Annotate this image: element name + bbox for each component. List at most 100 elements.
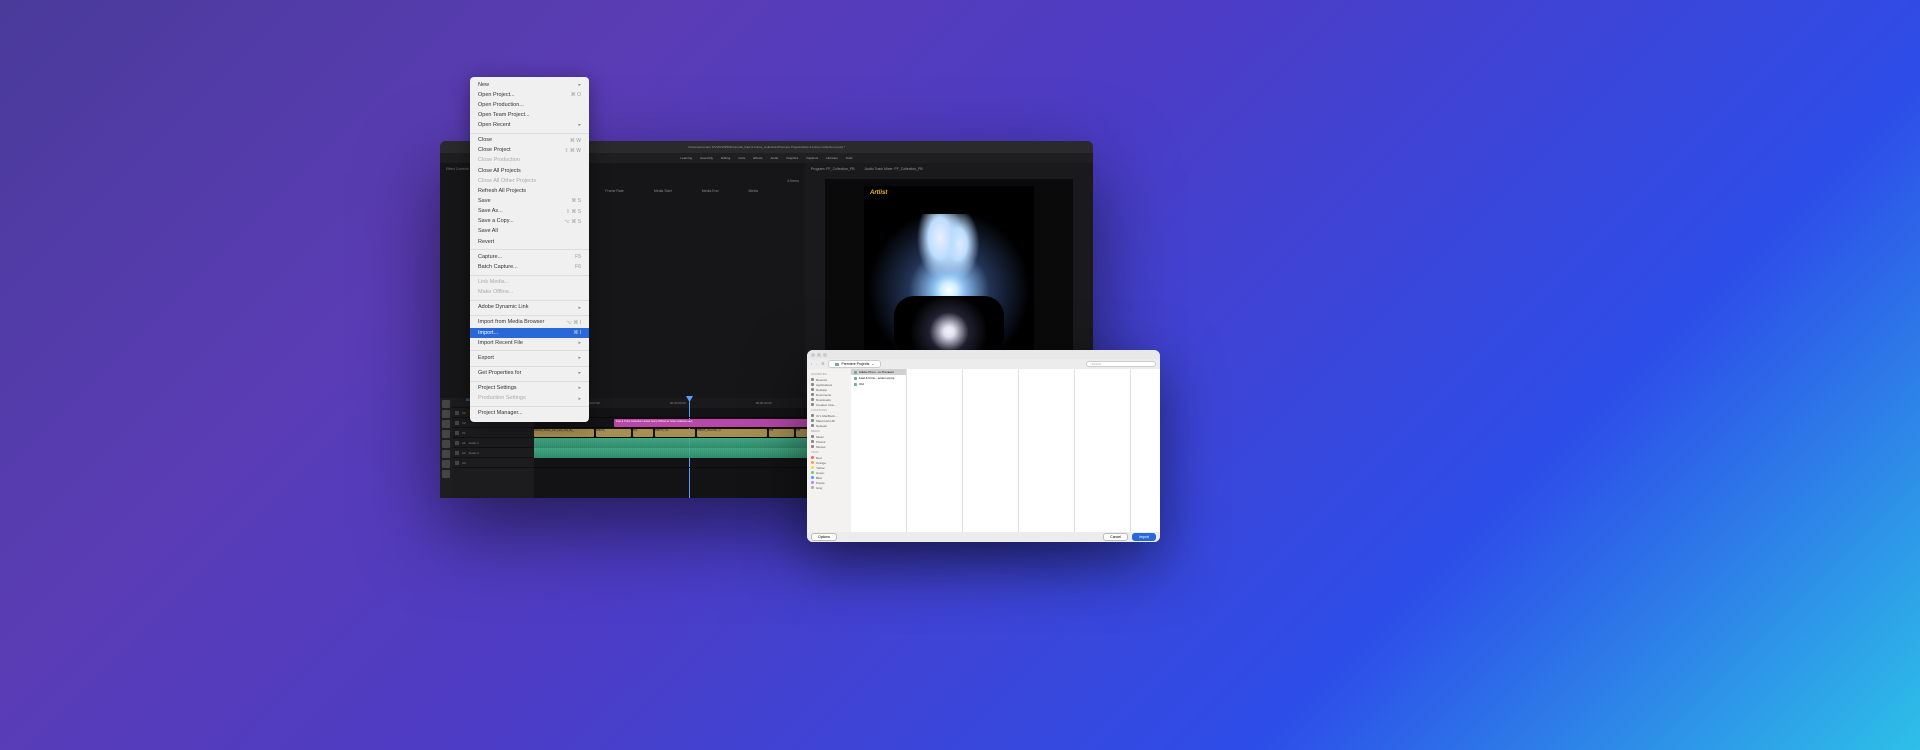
- track-a2[interactable]: A2: [462, 451, 466, 455]
- workspace-color[interactable]: Color: [738, 156, 745, 160]
- tab-program[interactable]: Program: FF_Collection_PB: [811, 167, 855, 171]
- workspace-graphics[interactable]: Graphics: [786, 156, 798, 160]
- max-dot-icon[interactable]: [823, 353, 827, 357]
- menu-item-project-manager-[interactable]: Project Manager...: [470, 409, 589, 419]
- workspace-libraries[interactable]: Libraries: [826, 156, 838, 160]
- menu-item-export[interactable]: Export▸: [470, 353, 589, 363]
- track-a1[interactable]: A1: [462, 441, 466, 445]
- min-dot-icon[interactable]: [817, 353, 821, 357]
- menu-item-refresh-all-projects[interactable]: Refresh All Projects: [470, 186, 589, 196]
- menu-item-project-settings[interactable]: Project Settings▸: [470, 384, 589, 394]
- menu-item-open-production-[interactable]: Open Production...: [470, 100, 589, 110]
- sidebar-label: Red: [816, 456, 822, 460]
- col-media[interactable]: Media: [748, 189, 758, 193]
- type-tool-icon[interactable]: [442, 470, 450, 478]
- path-dropdown[interactable]: Premiere Projects ⌄: [828, 360, 881, 368]
- menu-item-revert[interactable]: Revert: [470, 237, 589, 247]
- menu-item-open-project-[interactable]: Open Project...⌘ O: [470, 90, 589, 100]
- razor-tool-icon[interactable]: [442, 430, 450, 438]
- menu-item-import-[interactable]: Import...⌘ I: [470, 328, 589, 338]
- menu-item-label: Save: [478, 198, 491, 205]
- lock-icon[interactable]: [455, 411, 459, 415]
- audio-clip-a2[interactable]: [534, 448, 824, 458]
- menu-shortcut: ⇧ ⌘ S: [566, 209, 581, 216]
- menu-item-get-properties-for[interactable]: Get Properties for▸: [470, 369, 589, 379]
- slip-tool-icon[interactable]: [442, 440, 450, 448]
- menu-item-import-recent-file[interactable]: Import Recent File▸: [470, 338, 589, 348]
- menu-item-adobe-dynamic-link[interactable]: Adobe Dynamic Link▸: [470, 303, 589, 313]
- clip-v1-4[interactable]: 039075_Tra: [655, 429, 695, 437]
- menu-item-label: Adobe Dynamic Link: [478, 304, 528, 311]
- tab-effect-controls[interactable]: Effect Controls: [446, 167, 469, 171]
- ripple-tool-icon[interactable]: [442, 420, 450, 428]
- lock-icon[interactable]: [455, 431, 459, 435]
- track-a3[interactable]: A3: [462, 461, 466, 465]
- lock-icon[interactable]: [455, 421, 459, 425]
- clip-v1-3[interactable]: 004: [633, 429, 653, 437]
- track-v1[interactable]: V1: [462, 431, 466, 435]
- menu-item-label: Close Project: [478, 147, 511, 154]
- menu-item-save-a-copy-[interactable]: Save a Copy...⌥ ⌘ S: [470, 217, 589, 227]
- col-media-end[interactable]: Media End: [702, 189, 719, 193]
- view-columns-icon[interactable]: ☰: [821, 362, 824, 366]
- options-button[interactable]: Options: [811, 533, 837, 541]
- import-button[interactable]: Import: [1132, 533, 1156, 541]
- menu-item-save-all[interactable]: Save All: [470, 227, 589, 237]
- menu-item-label: Export: [478, 355, 494, 362]
- audio-clip-a1[interactable]: [534, 438, 824, 448]
- close-dot-icon[interactable]: [811, 353, 815, 357]
- workspace-editing[interactable]: Editing: [721, 156, 730, 160]
- tab-audio-mixer[interactable]: Audio Track Mixer: FF_Collection_PB: [865, 167, 923, 171]
- menu-item-label: New: [478, 82, 489, 89]
- nav-back-icon[interactable]: ‹: [811, 362, 812, 366]
- menu-item-new[interactable]: New▸: [470, 80, 589, 90]
- finder-column-3: [963, 369, 1019, 532]
- col-framerate[interactable]: Frame Rate: [605, 189, 623, 193]
- track-v2[interactable]: V2: [462, 421, 466, 425]
- menu-item-save-as-[interactable]: Save As...⇧ ⌘ S: [470, 207, 589, 217]
- pen-tool-icon[interactable]: [442, 450, 450, 458]
- workspace-assembly[interactable]: Assembly: [700, 156, 713, 160]
- chevron-down-icon: ⌄: [871, 362, 874, 366]
- workspace-tools[interactable]: Tools: [846, 156, 853, 160]
- lock-icon[interactable]: [455, 441, 459, 445]
- lock-icon[interactable]: [455, 461, 459, 465]
- menu-item-open-recent[interactable]: Open Recent▸: [470, 121, 589, 131]
- workspace-captions[interactable]: Captions: [806, 156, 818, 160]
- menu-item-capture-[interactable]: Capture...F5: [470, 252, 589, 262]
- menu-item-save[interactable]: Save⌘ S: [470, 197, 589, 207]
- ruler-tick: 00:00:00:00: [670, 401, 686, 405]
- menu-item-open-team-project-[interactable]: Open Team Project...: [470, 110, 589, 120]
- menu-item-close-all-projects[interactable]: Close All Projects: [470, 166, 589, 176]
- column-item[interactable]: Old: [851, 381, 906, 387]
- menu-item-close-project[interactable]: Close Project⇧ ⌘ W: [470, 146, 589, 156]
- sidebar-label: Green: [816, 471, 824, 475]
- tag-dot-icon: [811, 471, 814, 474]
- menu-item-batch-capture-[interactable]: Batch Capture...F6: [470, 262, 589, 272]
- lock-icon[interactable]: [455, 451, 459, 455]
- clip-v1-1[interactable]: 034912_Police_Car_Late_Cop_By_: [534, 429, 594, 437]
- menu-item-label: Refresh All Projects: [478, 188, 526, 195]
- menu-item-label: Project Manager...: [478, 410, 523, 417]
- menu-shortcut: ⌥ ⌘ S: [564, 219, 581, 226]
- selection-tool-icon[interactable]: [442, 400, 450, 408]
- workspace-audio[interactable]: Audio: [771, 156, 779, 160]
- track-select-tool-icon[interactable]: [442, 410, 450, 418]
- menu-item-close[interactable]: Close⌘ W: [470, 136, 589, 146]
- workspace-learning[interactable]: Learning: [680, 156, 692, 160]
- nav-fwd-icon[interactable]: ›: [816, 362, 817, 366]
- workspace-effects[interactable]: Effects: [753, 156, 762, 160]
- menu-item-import-from-media-browser[interactable]: Import from Media Browser⌥ ⌘ I: [470, 318, 589, 328]
- titlebar-path: /Volumes/content 1/CVD/102599/Jurentik_F…: [688, 145, 845, 149]
- hand-tool-icon[interactable]: [442, 460, 450, 468]
- col-media-start[interactable]: Media Start: [654, 189, 672, 193]
- clip-v1-2[interactable]: 039015_: [596, 429, 631, 437]
- clip-v1-6[interactable]: 039: [769, 429, 794, 437]
- menu-item-label: Close All Other Projects: [478, 178, 536, 185]
- sidebar-item[interactable]: Gray: [807, 485, 851, 490]
- track-v3[interactable]: V3: [462, 411, 466, 415]
- cancel-button[interactable]: Cancel: [1103, 533, 1128, 541]
- search-input[interactable]: ⌕ Search: [1086, 361, 1156, 367]
- clip-v1-5[interactable]: 039026_Motorbike_A: [697, 429, 767, 437]
- sidebar-label: Macintosh HD: [816, 419, 835, 423]
